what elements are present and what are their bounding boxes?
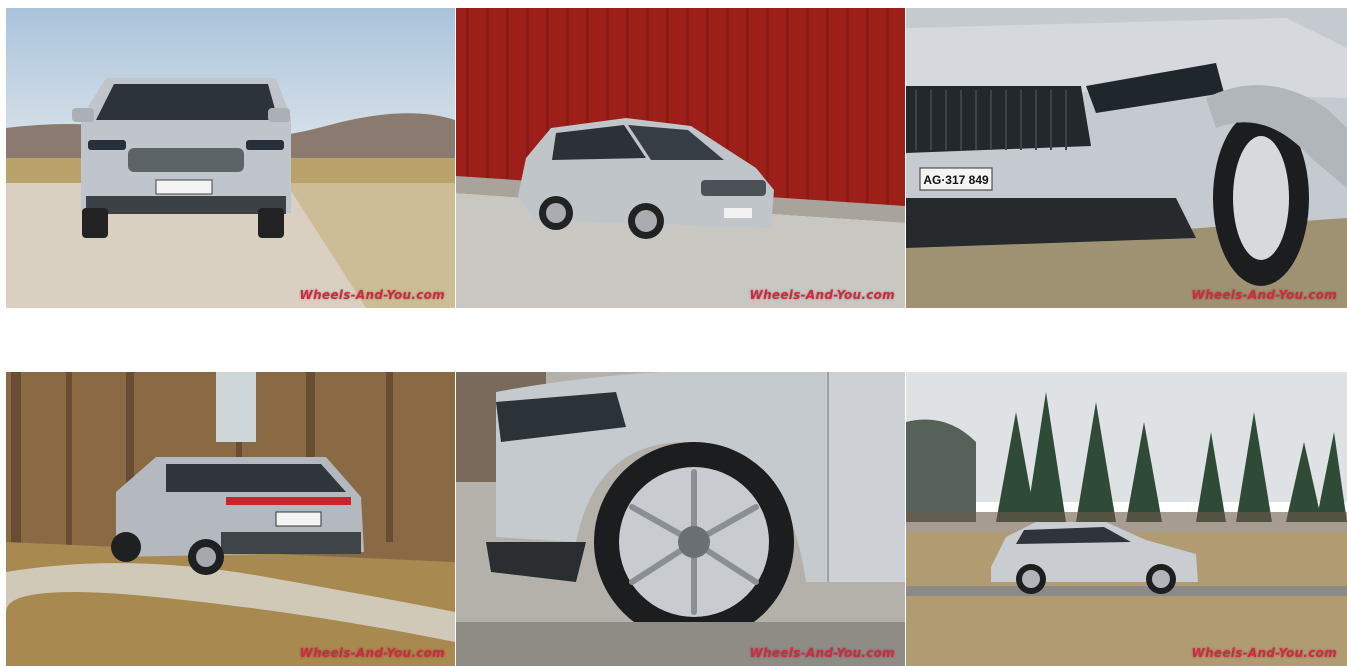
- watermark-text: Wheels-And-You.com: [299, 646, 445, 660]
- watermark-text: Wheels-And-You.com: [299, 288, 445, 302]
- car-rear-view-image: [6, 372, 455, 666]
- photo-car-rear-view[interactable]: Wheels-And-You.com: [6, 372, 455, 666]
- photo-gallery: Wheels-And-You.com Wheels-And-You.com AG…: [0, 0, 1347, 666]
- car-side-profile-image: [906, 372, 1347, 666]
- watermark-text: Wheels-And-You.com: [749, 646, 895, 660]
- watermark-text: Wheels-And-You.com: [749, 288, 895, 302]
- car-red-wall-image: [456, 8, 905, 308]
- watermark-text: Wheels-And-You.com: [1191, 288, 1337, 302]
- watermark-text: Wheels-And-You.com: [1191, 646, 1337, 660]
- front-grille-closeup-image: AG·317 849: [906, 8, 1347, 308]
- photo-car-side-profile[interactable]: Wheels-And-You.com: [906, 372, 1347, 666]
- license-plate-text: AG·317 849: [923, 173, 989, 187]
- photo-car-front-view[interactable]: Wheels-And-You.com: [6, 8, 455, 308]
- photo-car-red-wall[interactable]: Wheels-And-You.com: [456, 8, 905, 308]
- car-front-view-image: [6, 8, 455, 308]
- wheel-closeup-image: [456, 372, 905, 666]
- photo-wheel-closeup[interactable]: Wheels-And-You.com: [456, 372, 905, 666]
- photo-front-grille-closeup[interactable]: AG·317 849 Wheels-And-You.com: [906, 8, 1347, 308]
